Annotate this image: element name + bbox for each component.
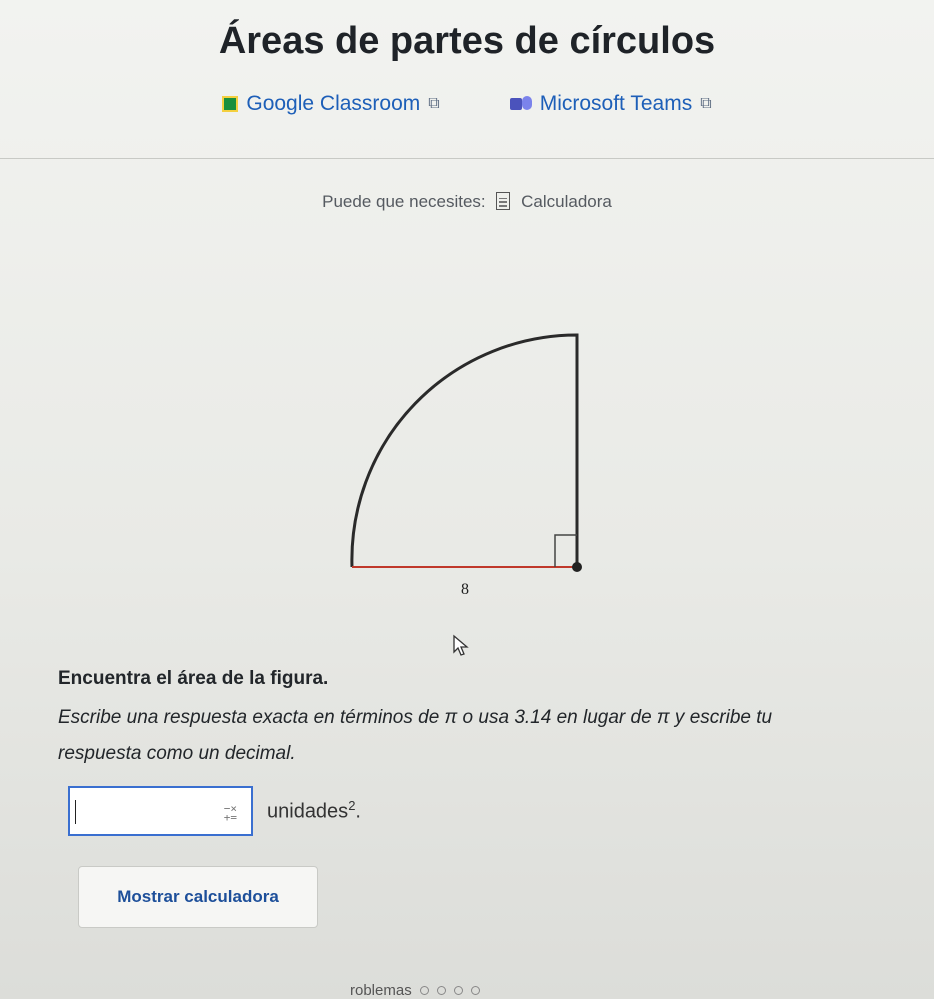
- center-point: [572, 562, 582, 572]
- microsoft-teams-link[interactable]: Microsoft Teams ⧉: [509, 92, 712, 116]
- right-angle-marker: [554, 534, 577, 567]
- tools-needed-label: Puede que necesites:: [322, 192, 486, 211]
- tools-needed: Puede que necesites: Calculadora: [0, 192, 934, 212]
- question-instructions: Escribe una respuesta exacta en términos…: [58, 707, 773, 764]
- progress-label: roblemas: [350, 982, 412, 999]
- question-prompt: Encuentra el área de la figura.: [58, 668, 329, 689]
- answer-units: unidades2.: [267, 798, 361, 823]
- arc-outline: [350, 333, 579, 568]
- calculator-tool-label[interactable]: Calculadora: [521, 192, 612, 211]
- external-link-icon: ⧉: [428, 95, 440, 112]
- mouse-cursor-icon: [453, 634, 469, 656]
- google-classroom-label: Google Classroom: [246, 92, 421, 115]
- show-calculator-button[interactable]: Mostrar calculadora: [78, 866, 318, 928]
- microsoft-teams-label: Microsoft Teams: [539, 92, 693, 115]
- google-classroom-link[interactable]: Google Classroom ⧉: [222, 92, 440, 116]
- progress-dot: [419, 986, 429, 995]
- header-divider: [0, 158, 934, 159]
- share-links: Google Classroom ⧉ Microsoft Teams ⧉: [0, 92, 934, 116]
- external-link-icon: ⧉: [700, 95, 712, 112]
- text-caret: [75, 800, 76, 824]
- answer-input[interactable]: −× +=: [68, 786, 253, 836]
- exercise-page: Áreas de partes de círculos Google Class…: [0, 0, 934, 999]
- page-title: Áreas de partes de círculos: [218, 20, 716, 62]
- calculator-icon: [496, 192, 511, 210]
- radius-label: 8: [461, 581, 469, 598]
- problem-progress: roblemas: [350, 982, 480, 999]
- math-keypad-icon[interactable]: −× +=: [224, 803, 237, 823]
- progress-dot: [436, 986, 446, 995]
- progress-dot: [470, 986, 480, 995]
- quarter-circle-figure: 8: [350, 333, 582, 598]
- answer-row: −× += unidades2.: [68, 786, 361, 836]
- microsoft-teams-icon: [509, 96, 532, 112]
- google-classroom-icon: [222, 96, 239, 112]
- progress-dot: [453, 986, 463, 995]
